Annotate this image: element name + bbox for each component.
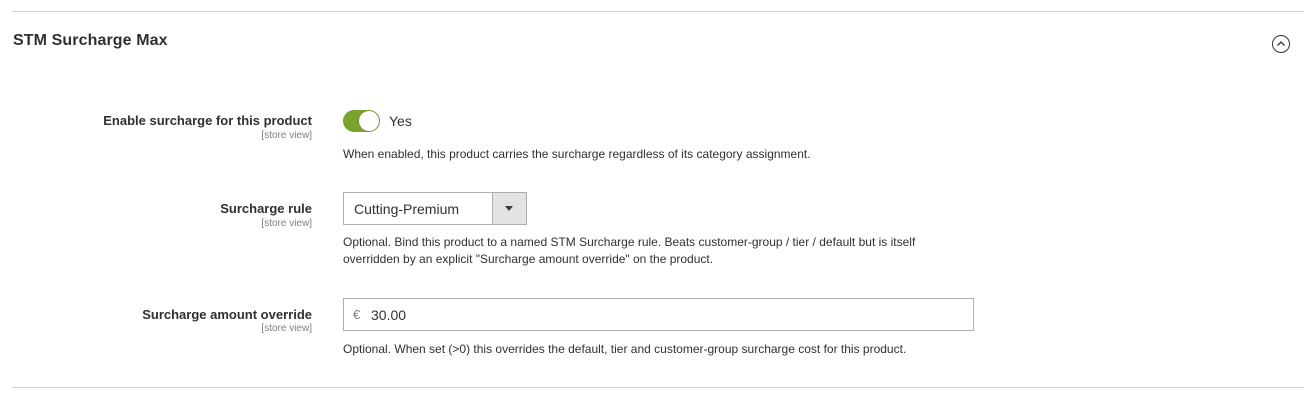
surcharge-rule-selected: Cutting-Premium	[354, 201, 460, 217]
section-top-divider	[12, 11, 1304, 12]
enable-surcharge-note: When enabled, this product carries the s…	[343, 147, 811, 161]
enable-surcharge-label: Enable surcharge for this product	[103, 113, 312, 128]
section-bottom-divider	[12, 387, 1304, 388]
surcharge-rule-dropdown-toggle[interactable]	[492, 193, 526, 224]
surcharge-rule-label: Surcharge rule	[220, 201, 312, 216]
surcharge-amount-input[interactable]	[371, 299, 961, 330]
caret-down-icon	[505, 206, 513, 211]
currency-symbol: €	[353, 307, 361, 322]
surcharge-rule-note-line2: overridden by an explicit "Surcharge amo…	[343, 252, 714, 266]
chevron-up-circle-icon	[1277, 41, 1285, 46]
surcharge-amount-label: Surcharge amount override	[142, 307, 312, 322]
surcharge-rule-select[interactable]: Cutting-Premium	[343, 192, 527, 225]
section-title[interactable]: STM Surcharge Max	[13, 32, 168, 50]
stm-surcharge-section: STM Surcharge Max Enable surcharge for t…	[0, 0, 1316, 400]
enable-surcharge-value: Yes	[389, 113, 412, 129]
toggle-knob	[359, 111, 379, 131]
enable-surcharge-toggle[interactable]	[343, 110, 380, 132]
surcharge-amount-scope: [store view]	[261, 323, 312, 334]
surcharge-rule-scope: [store view]	[261, 218, 312, 229]
collapse-section-button[interactable]	[1272, 35, 1290, 53]
enable-surcharge-scope: [store view]	[261, 130, 312, 141]
surcharge-amount-note: Optional. When set (>0) this overrides t…	[343, 342, 907, 356]
surcharge-amount-field[interactable]: €	[343, 298, 974, 331]
surcharge-rule-note-line1: Optional. Bind this product to a named S…	[343, 235, 916, 249]
